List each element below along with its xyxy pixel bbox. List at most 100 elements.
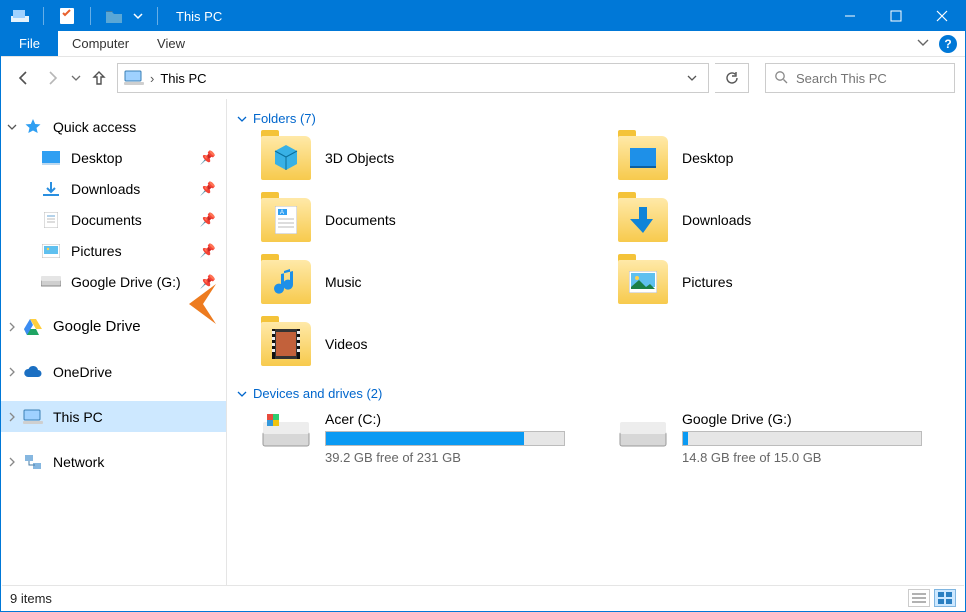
- pin-icon: 📌: [200, 181, 216, 197]
- documents-icon: [41, 210, 61, 230]
- tree-label: Google Drive: [53, 318, 141, 335]
- file-tab[interactable]: File: [1, 31, 58, 56]
- folder-label: Videos: [325, 336, 368, 352]
- details-view-button[interactable]: [908, 589, 930, 607]
- tree-label: Documents: [71, 212, 142, 228]
- breadcrumb-item[interactable]: This PC: [160, 71, 206, 86]
- drive-name: Acer (C:): [325, 411, 565, 427]
- address-dropdown-icon[interactable]: [682, 71, 702, 86]
- refresh-button[interactable]: [715, 63, 749, 93]
- folder-label: Pictures: [682, 274, 733, 290]
- tab-computer[interactable]: Computer: [58, 31, 143, 56]
- address-bar[interactable]: › This PC: [117, 63, 709, 93]
- tree-item-documents[interactable]: Documents 📌: [1, 204, 226, 235]
- qat-dropdown-icon[interactable]: [133, 9, 143, 24]
- navigation-bar: › This PC: [1, 57, 965, 99]
- folder-desktop[interactable]: Desktop: [618, 136, 955, 180]
- folder-label: Music: [325, 274, 362, 290]
- forward-button[interactable]: [43, 69, 61, 87]
- network-icon: [23, 452, 43, 472]
- tree-item-desktop[interactable]: Desktop 📌: [1, 142, 226, 173]
- status-bar: 9 items: [2, 585, 964, 610]
- tree-label: Desktop: [71, 150, 122, 166]
- chevron-right-icon[interactable]: [7, 322, 19, 332]
- quick-access-icon: [23, 117, 43, 137]
- folder-label: Desktop: [682, 150, 733, 166]
- tree-label: Pictures: [71, 243, 122, 259]
- ribbon-collapse-icon[interactable]: [917, 36, 929, 51]
- back-button[interactable]: [15, 69, 33, 87]
- desktop-icon: [618, 136, 668, 180]
- cube-icon: [261, 136, 311, 180]
- folder-documents[interactable]: A Documents: [261, 198, 598, 242]
- usage-bar-fill: [326, 432, 524, 445]
- content-pane: Folders (7) 3D Objects Desktop A Documen…: [227, 99, 965, 587]
- folder-videos[interactable]: Videos: [261, 322, 598, 366]
- drive-free-text: 14.8 GB free of 15.0 GB: [682, 450, 922, 465]
- downloads-icon: [41, 179, 61, 199]
- tree-this-pc[interactable]: This PC: [1, 401, 226, 432]
- folder-label: Documents: [325, 212, 396, 228]
- folder-3d-objects[interactable]: 3D Objects: [261, 136, 598, 180]
- quick-access-toolbar: This PC: [1, 7, 222, 25]
- folder-label: Downloads: [682, 212, 751, 228]
- new-folder-icon[interactable]: [105, 7, 123, 25]
- section-folders-header[interactable]: Folders (7): [237, 111, 955, 126]
- properties-icon[interactable]: [58, 7, 76, 25]
- item-count: 9 items: [10, 591, 52, 606]
- chevron-right-icon[interactable]: [7, 367, 19, 377]
- drive-c[interactable]: Acer (C:) 39.2 GB free of 231 GB: [261, 411, 598, 465]
- tree-onedrive[interactable]: OneDrive: [1, 356, 226, 387]
- section-drives-header[interactable]: Devices and drives (2): [237, 386, 955, 401]
- film-icon: [261, 322, 311, 366]
- drive-icon: [41, 272, 61, 292]
- tree-quick-access[interactable]: Quick access: [1, 111, 226, 142]
- pin-icon: 📌: [200, 212, 216, 228]
- tree-label: Downloads: [71, 181, 140, 197]
- tree-label: OneDrive: [53, 364, 112, 380]
- desktop-icon: [41, 148, 61, 168]
- folder-label: 3D Objects: [325, 150, 394, 166]
- breadcrumb-sep-icon[interactable]: ›: [150, 71, 154, 86]
- folder-music[interactable]: Music: [261, 260, 598, 304]
- this-pc-icon: [124, 68, 144, 88]
- tree-item-pictures[interactable]: Pictures 📌: [1, 235, 226, 266]
- tree-label: Network: [53, 454, 104, 470]
- drive-name: Google Drive (G:): [682, 411, 922, 427]
- music-note-icon: [261, 260, 311, 304]
- tree-label: This PC: [53, 409, 103, 425]
- chevron-down-icon[interactable]: [7, 122, 19, 132]
- help-button[interactable]: ?: [939, 35, 957, 53]
- section-title: Folders (7): [253, 111, 316, 126]
- folder-pictures[interactable]: Pictures: [618, 260, 955, 304]
- svg-text:A: A: [280, 210, 284, 216]
- document-icon: A: [261, 198, 311, 242]
- close-button[interactable]: [919, 1, 965, 31]
- minimize-button[interactable]: [827, 1, 873, 31]
- folder-downloads[interactable]: Downloads: [618, 198, 955, 242]
- usage-bar: [682, 431, 922, 446]
- tree-item-downloads[interactable]: Downloads 📌: [1, 173, 226, 204]
- window-title: This PC: [176, 9, 222, 24]
- up-button[interactable]: [91, 69, 107, 87]
- drive-free-text: 39.2 GB free of 231 GB: [325, 450, 565, 465]
- tree-google-drive[interactable]: Google Drive: [1, 311, 226, 342]
- tab-view[interactable]: View: [143, 31, 199, 56]
- google-drive-icon: [23, 317, 43, 337]
- large-icons-view-button[interactable]: [934, 589, 956, 607]
- recent-locations-icon[interactable]: [71, 73, 81, 83]
- usage-bar: [325, 431, 565, 446]
- tree-label: Google Drive (G:): [71, 274, 181, 290]
- tree-network[interactable]: Network: [1, 446, 226, 477]
- search-input[interactable]: [796, 71, 966, 86]
- onedrive-icon: [23, 362, 43, 382]
- maximize-button[interactable]: [873, 1, 919, 31]
- chevron-right-icon[interactable]: [7, 457, 19, 467]
- chevron-right-icon[interactable]: [7, 412, 19, 422]
- pin-icon: 📌: [200, 274, 216, 290]
- search-box[interactable]: [765, 63, 955, 93]
- tree-label: Quick access: [53, 119, 136, 135]
- tree-item-gdrive-disk[interactable]: Google Drive (G:) 📌: [1, 266, 226, 297]
- drive-g[interactable]: Google Drive (G:) 14.8 GB free of 15.0 G…: [618, 411, 955, 465]
- download-arrow-icon: [618, 198, 668, 242]
